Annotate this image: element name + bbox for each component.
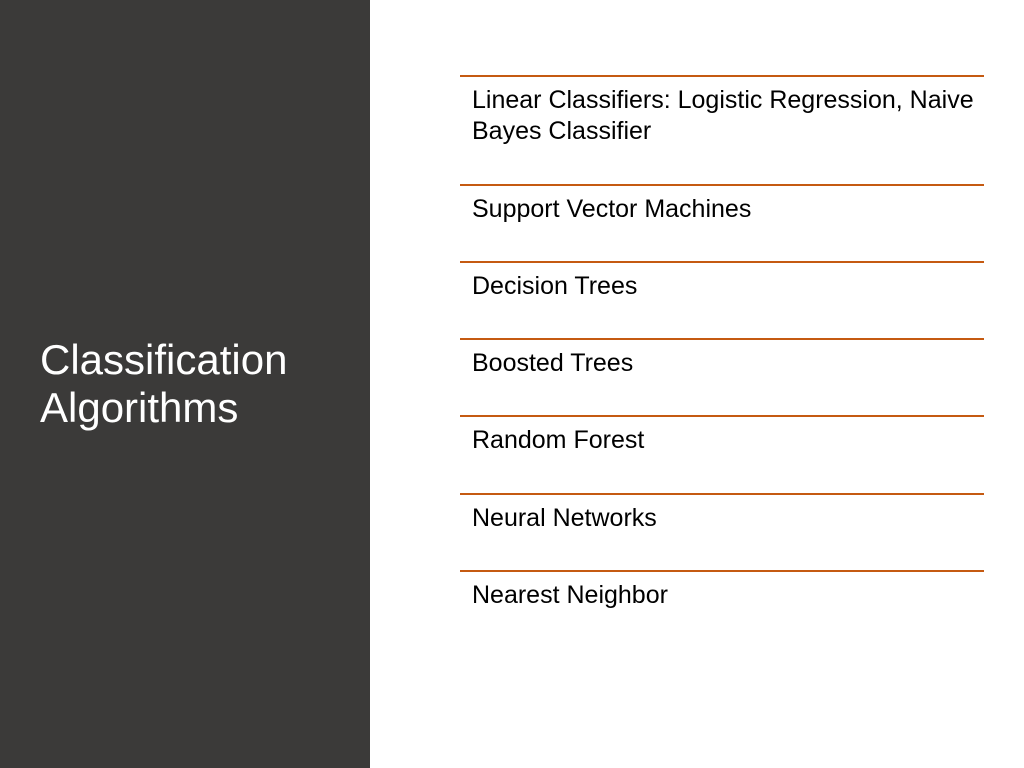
content-area: Linear Classifiers: Logistic Regression,… [410,0,1024,768]
list-item: Boosted Trees [460,338,984,387]
divider-gap [370,0,410,768]
list-item: Linear Classifiers: Logistic Regression,… [460,75,984,156]
list-item: Nearest Neighbor [460,570,984,619]
list-item: Random Forest [460,415,984,464]
sidebar: Classification Algorithms [0,0,370,768]
slide-title: Classification Algorithms [40,336,340,433]
list-item: Decision Trees [460,261,984,310]
list-item: Support Vector Machines [460,184,984,233]
list-item: Neural Networks [460,493,984,542]
